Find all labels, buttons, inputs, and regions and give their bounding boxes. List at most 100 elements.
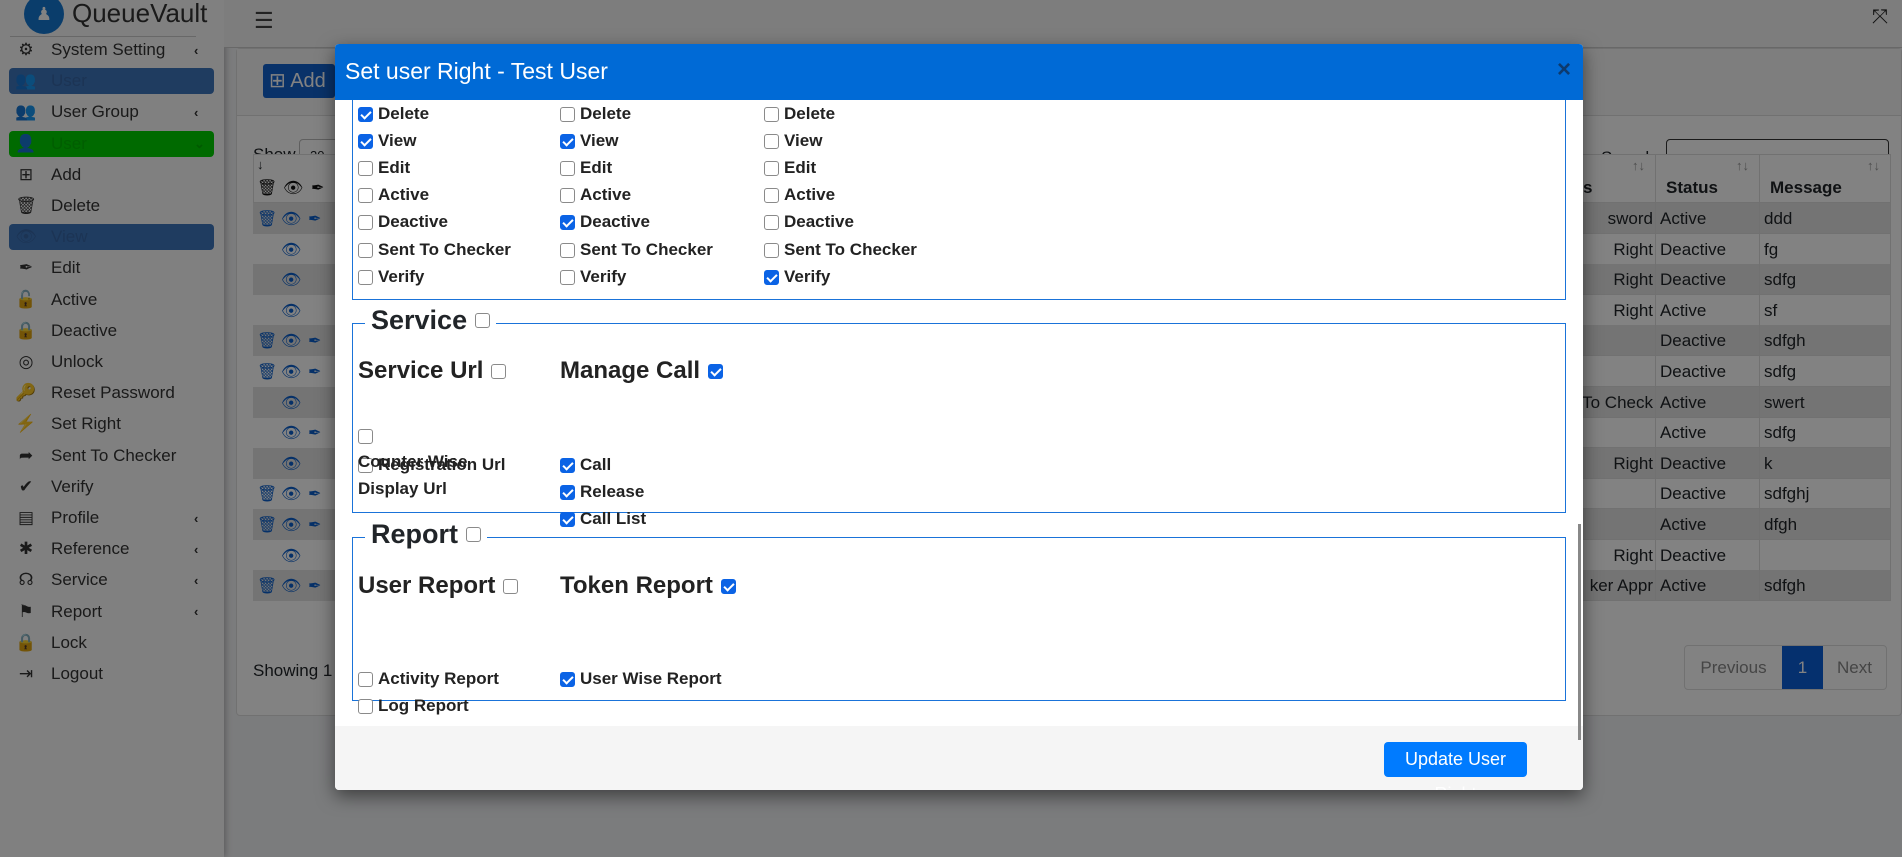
permission-verify[interactable]: Verify xyxy=(560,265,626,289)
checkbox-release[interactable]: Release xyxy=(560,480,644,504)
checkbox-label: Activity Report xyxy=(378,669,499,688)
permission-sent-to-checker[interactable]: Sent To Checker xyxy=(560,238,713,262)
checkbox-unchecked[interactable] xyxy=(764,214,779,230)
permission-active[interactable]: Active xyxy=(358,183,429,207)
permission-delete[interactable]: Delete xyxy=(358,102,429,126)
checkbox-checked[interactable] xyxy=(560,511,575,527)
checkbox-label: Release xyxy=(580,482,645,501)
checkbox-checked[interactable] xyxy=(560,214,575,230)
permission-deactive[interactable]: Deactive xyxy=(764,210,854,234)
checkbox-call-list[interactable]: Call List xyxy=(560,507,646,531)
close-icon[interactable]: × xyxy=(1557,56,1571,84)
permission-deactive[interactable]: Deactive xyxy=(358,210,448,234)
checkbox-label: Deactive xyxy=(580,212,650,231)
group-select-all-checkbox[interactable] xyxy=(708,363,724,379)
token-report-group-title: Token Report xyxy=(560,572,736,600)
checkbox-label: Call xyxy=(580,455,612,474)
modal-header: Set user Right - Test User × xyxy=(335,44,1583,100)
checkbox-label: View xyxy=(580,131,619,150)
checkbox-label: Sent To Checker xyxy=(784,240,917,259)
checkbox-label: Edit xyxy=(784,158,817,177)
checkbox-checked[interactable] xyxy=(764,269,779,285)
checkbox-unchecked[interactable] xyxy=(764,242,779,258)
group-select-all-checkbox[interactable] xyxy=(720,578,736,594)
set-user-right-modal: Set user Right - Test User × Delete View E… xyxy=(335,44,1583,790)
checkbox-unchecked[interactable] xyxy=(764,106,779,122)
checkbox-label: Delete xyxy=(784,104,836,123)
report-fieldset: Report xyxy=(352,519,1566,701)
checkbox-label: Log Report xyxy=(378,696,469,715)
checkbox-checked[interactable] xyxy=(358,133,373,149)
checkbox-unchecked[interactable] xyxy=(358,160,373,176)
permission-edit[interactable]: Edit xyxy=(764,156,816,180)
checkbox-unchecked[interactable] xyxy=(764,160,779,176)
checkbox-counter-wise-display-url[interactable]: Counter Wise Display Url xyxy=(358,424,518,502)
permission-edit[interactable]: Edit xyxy=(560,156,612,180)
checkbox-label: Edit xyxy=(378,158,411,177)
modal-scrollbar[interactable] xyxy=(1578,524,1581,740)
checkbox-unchecked[interactable] xyxy=(560,269,575,285)
checkbox-unchecked[interactable] xyxy=(764,133,779,149)
permission-active[interactable]: Active xyxy=(764,183,835,207)
permission-sent-to-checker[interactable]: Sent To Checker xyxy=(764,238,917,262)
service-legend: Service xyxy=(365,305,497,336)
service-select-all-checkbox[interactable] xyxy=(475,313,491,328)
permission-delete[interactable]: Delete xyxy=(764,102,835,126)
report-legend-title: Report xyxy=(371,519,458,549)
service-legend-title: Service xyxy=(371,305,468,335)
report-select-all-checkbox[interactable] xyxy=(466,527,481,542)
group-title: Service Url xyxy=(358,357,484,384)
checkbox-log-report[interactable]: Log Report xyxy=(358,694,469,718)
checkbox-label: Sent To Checker xyxy=(378,240,511,259)
permission-delete[interactable]: Delete xyxy=(560,102,631,126)
checkbox-checked[interactable] xyxy=(560,484,575,500)
permission-active[interactable]: Active xyxy=(560,183,631,207)
permission-deactive[interactable]: Deactive xyxy=(560,210,650,234)
checkbox-checked[interactable] xyxy=(560,457,575,473)
checkbox-checked[interactable] xyxy=(560,671,575,687)
service-url-group-title: Service Url xyxy=(358,357,507,385)
checkbox-unchecked[interactable] xyxy=(560,160,575,176)
checkbox-label: Deactive xyxy=(784,212,854,231)
update-user-right-button[interactable]: Update User Right xyxy=(1384,742,1527,790)
checkbox-unchecked[interactable] xyxy=(358,429,373,444)
report-legend: Report xyxy=(365,519,487,550)
permission-sent-to-checker[interactable]: Sent To Checker xyxy=(358,238,511,262)
checkbox-unchecked[interactable] xyxy=(358,671,373,687)
checkbox-label: View xyxy=(378,131,417,150)
checkbox-unchecked[interactable] xyxy=(764,187,779,203)
checkbox-label: Active xyxy=(580,185,632,204)
group-title: User Report xyxy=(358,572,496,599)
checkbox-unchecked[interactable] xyxy=(358,269,373,285)
checkbox-label: Sent To Checker xyxy=(580,240,713,259)
user-report-group-title: User Report xyxy=(358,572,519,600)
checkbox-unchecked[interactable] xyxy=(560,187,575,203)
checkbox-label: Delete xyxy=(580,104,632,123)
checkbox-label: View xyxy=(784,131,823,150)
checkbox-label: Active xyxy=(378,185,430,204)
checkbox-unchecked[interactable] xyxy=(358,214,373,230)
group-title: Manage Call xyxy=(560,357,701,384)
checkbox-unchecked[interactable] xyxy=(358,698,373,714)
checkbox-unchecked[interactable] xyxy=(560,242,575,258)
permission-verify[interactable]: Verify xyxy=(358,265,424,289)
checkbox-call[interactable]: Call xyxy=(560,453,611,477)
permission-edit[interactable]: Edit xyxy=(358,156,410,180)
checkbox-unchecked[interactable] xyxy=(358,187,373,203)
manage-call-group-title: Manage Call xyxy=(560,357,724,385)
checkbox-label: Call List xyxy=(580,509,647,528)
permission-view[interactable]: View xyxy=(560,129,618,153)
permission-verify[interactable]: Verify xyxy=(764,265,830,289)
checkbox-checked[interactable] xyxy=(358,106,373,122)
group-select-all-checkbox[interactable] xyxy=(503,578,519,594)
permission-view[interactable]: View xyxy=(764,129,822,153)
checkbox-user-wise-report[interactable]: User Wise Report xyxy=(560,667,722,691)
checkbox-checked[interactable] xyxy=(560,133,575,149)
group-select-all-checkbox[interactable] xyxy=(491,363,507,379)
checkbox-unchecked[interactable] xyxy=(358,242,373,258)
checkbox-activity-report[interactable]: Activity Report xyxy=(358,667,499,691)
checkbox-label: Delete xyxy=(378,104,430,123)
group-title: Token Report xyxy=(560,572,713,599)
permission-view[interactable]: View xyxy=(358,129,416,153)
checkbox-unchecked[interactable] xyxy=(560,106,575,122)
